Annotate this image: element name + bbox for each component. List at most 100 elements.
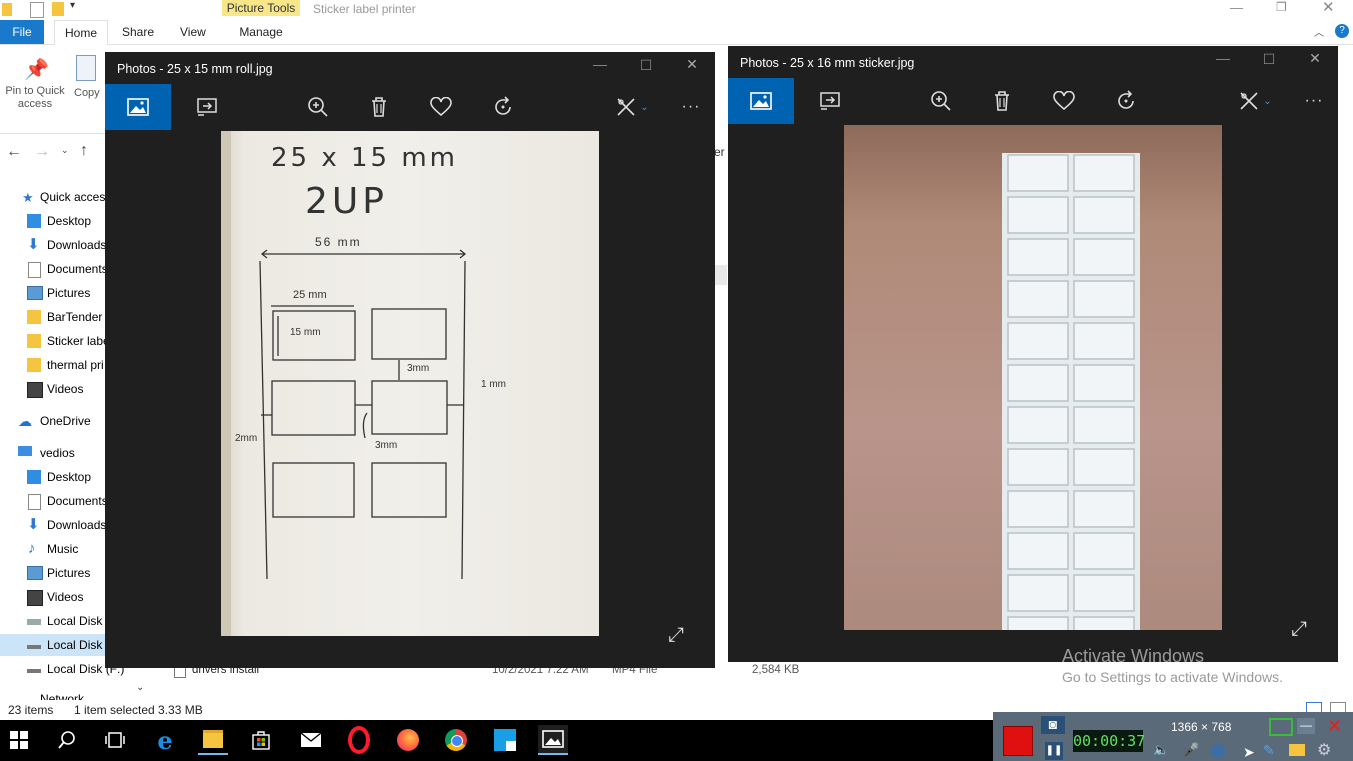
scrollbar-thumb[interactable] xyxy=(715,265,727,285)
trash-icon xyxy=(995,91,1009,111)
maximize-button[interactable]: ☐ xyxy=(1254,51,1284,68)
mail-taskbar-button[interactable] xyxy=(296,725,326,755)
back-arrow-icon[interactable]: ← xyxy=(6,143,22,161)
microphone-icon[interactable]: 🎤 xyxy=(1183,742,1199,758)
region-icon[interactable] xyxy=(1269,718,1293,736)
minimize-button[interactable]: — xyxy=(1208,50,1238,66)
close-button[interactable]: ✕ xyxy=(1300,50,1330,67)
delete-button[interactable] xyxy=(359,87,399,127)
delete-button[interactable] xyxy=(982,81,1022,121)
favorite-button[interactable] xyxy=(1044,81,1084,121)
sketch-label-height: 15 mm xyxy=(290,327,321,338)
screen-recorder-widget: ◙ ❚❚ 00:00:37 1366 × 768 — ✕ 🔈 🎤 ➤ ✎ ⚙ xyxy=(993,712,1353,761)
favorite-button[interactable] xyxy=(421,87,461,127)
tab-view[interactable]: View xyxy=(180,20,206,44)
heart-icon xyxy=(430,97,452,117)
scroll-down-icon[interactable]: ⌄ xyxy=(136,682,144,693)
restore-button[interactable]: ❐ xyxy=(1276,0,1287,14)
minimize-button[interactable]: — xyxy=(1230,0,1243,15)
tab-file[interactable]: File xyxy=(0,20,44,44)
pen-icon[interactable]: ✎ xyxy=(1263,742,1275,759)
gear-icon[interactable]: ⚙ xyxy=(1317,740,1331,760)
task-view-button[interactable] xyxy=(100,725,130,755)
sticker-photo xyxy=(844,125,1222,630)
nav-network[interactable]: Network xyxy=(0,687,150,700)
sketch-width-label: 56 mm xyxy=(315,235,362,249)
nav-label: Videos xyxy=(47,382,84,396)
nav-label: Network xyxy=(40,692,85,700)
minimize-widget-button[interactable]: — xyxy=(1297,718,1315,734)
file-explorer-taskbar-button[interactable] xyxy=(198,725,228,755)
photos-taskbar-button[interactable] xyxy=(538,725,568,755)
rotate-button[interactable] xyxy=(1106,81,1146,121)
new-folder-icon[interactable] xyxy=(52,2,64,16)
close-button[interactable]: ✕ xyxy=(677,56,707,73)
fullscreen-icon[interactable]: ⤢ xyxy=(1291,618,1307,641)
up-arrow-icon[interactable]: ↑ xyxy=(80,142,88,160)
close-widget-icon[interactable]: ✕ xyxy=(1327,716,1342,737)
stop-record-button[interactable] xyxy=(1003,726,1033,756)
nav-label: Sticker labe xyxy=(47,334,110,348)
search-button[interactable] xyxy=(52,725,82,755)
forward-arrow-icon[interactable]: → xyxy=(34,143,50,161)
tab-manage[interactable]: Manage xyxy=(222,20,300,44)
document-icon xyxy=(28,494,41,510)
nav-label: Quick access xyxy=(40,190,112,204)
chevron-up-icon[interactable]: ︿ xyxy=(1314,24,1324,39)
app-taskbar-button[interactable] xyxy=(490,725,520,755)
camera-icon[interactable]: ◙ xyxy=(1041,716,1065,734)
pause-button[interactable]: ❚❚ xyxy=(1045,742,1063,760)
edit-icon xyxy=(1240,92,1258,110)
add-to-album-button[interactable] xyxy=(187,87,227,127)
cursor-icon: ➤ xyxy=(1243,744,1255,760)
minimize-button[interactable]: — xyxy=(585,56,615,72)
maximize-button[interactable]: ☐ xyxy=(631,57,661,74)
folder-icon xyxy=(27,358,41,372)
edge-icon: e xyxy=(157,725,173,755)
photos-window-left: Photos - 25 x 15 mm roll.jpg — ☐ ✕ ⌄ ··· xyxy=(105,52,715,668)
pin-to-quick-access-button[interactable]: 📌 Pin to Quick access xyxy=(0,51,68,121)
more-options-button[interactable]: ··· xyxy=(1294,81,1334,121)
zoom-in-icon xyxy=(308,97,328,117)
volume-icon[interactable]: 🔈 xyxy=(1153,742,1169,758)
properties-icon[interactable] xyxy=(30,2,44,18)
recording-resolution: 1366 × 768 xyxy=(1171,720,1232,734)
folder-icon[interactable] xyxy=(1289,744,1305,756)
close-button[interactable]: ✕ xyxy=(1322,0,1335,16)
photos-icon xyxy=(542,730,564,748)
store-taskbar-button[interactable] xyxy=(246,725,276,755)
webcam-icon[interactable] xyxy=(1211,744,1225,758)
see-all-photos-button[interactable] xyxy=(728,78,794,124)
add-to-album-button[interactable] xyxy=(810,81,850,121)
quick-access-dropdown-icon[interactable]: ▾ xyxy=(70,0,75,11)
mail-icon xyxy=(300,732,322,747)
edit-create-button[interactable]: ⌄ xyxy=(607,87,657,127)
rotate-button[interactable] xyxy=(483,87,523,127)
more-options-button[interactable]: ··· xyxy=(671,87,711,127)
desktop-icon xyxy=(27,470,41,484)
nav-label: Desktop xyxy=(47,470,92,484)
help-icon[interactable]: ? xyxy=(1335,24,1349,38)
tab-home[interactable]: Home xyxy=(54,20,108,45)
opera-taskbar-button[interactable] xyxy=(344,725,374,755)
edge-taskbar-button[interactable]: e xyxy=(150,725,180,755)
nav-label: vedios xyxy=(40,446,75,460)
sketch-gap-horizontal: 3mm xyxy=(375,440,398,451)
tab-share[interactable]: Share xyxy=(122,20,154,44)
zoom-button[interactable] xyxy=(298,87,338,127)
zoom-in-icon xyxy=(931,91,951,111)
edit-create-button[interactable]: ⌄ xyxy=(1230,81,1280,121)
recent-locations-icon[interactable]: ⌄ xyxy=(61,145,69,156)
see-all-photos-button[interactable] xyxy=(105,84,171,130)
sketch-label-width: 25 mm xyxy=(293,289,327,301)
chrome-taskbar-button[interactable] xyxy=(441,725,471,755)
nav-label: Videos xyxy=(47,590,84,604)
videos-icon xyxy=(27,382,43,398)
zoom-button[interactable] xyxy=(921,81,961,121)
start-button[interactable] xyxy=(4,725,34,755)
firefox-taskbar-button[interactable] xyxy=(393,725,423,755)
ellipsis-icon: ··· xyxy=(1304,92,1324,109)
fullscreen-icon[interactable]: ⤢ xyxy=(668,624,684,647)
folder-icon xyxy=(27,334,41,348)
copy-button[interactable]: Copy xyxy=(72,51,104,111)
